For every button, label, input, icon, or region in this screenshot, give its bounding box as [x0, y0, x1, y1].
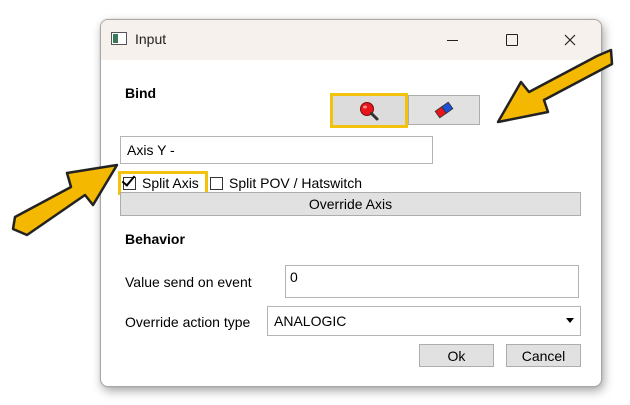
- search-button[interactable]: [330, 93, 408, 128]
- bind-input[interactable]: Axis Y -: [120, 136, 433, 164]
- split-pov-label: Split POV / Hatswitch: [229, 175, 363, 191]
- minimize-icon: [446, 39, 458, 41]
- split-pov-check-icon[interactable]: [210, 176, 223, 190]
- window-title: Input: [135, 31, 167, 47]
- arrow-to-split-axis-icon: [11, 163, 119, 237]
- override-axis-button[interactable]: Override Axis: [120, 192, 581, 216]
- clear-bind-button[interactable]: [408, 95, 480, 125]
- bind-section-label: Bind: [125, 85, 157, 101]
- override-type-select[interactable]: ANALOGIC: [267, 306, 581, 336]
- behavior-section-label: Behavior: [125, 231, 185, 247]
- value-send-label: Value send on event: [125, 274, 252, 290]
- minimize-button[interactable]: [429, 24, 475, 56]
- split-axis-label: Split Axis: [142, 175, 199, 191]
- split-pov-checkbox[interactable]: Split POV / Hatswitch: [208, 174, 362, 192]
- arrow-to-search-icon: [496, 48, 614, 124]
- cancel-button[interactable]: Cancel: [506, 344, 581, 367]
- ok-button[interactable]: Ok: [419, 344, 494, 367]
- app-icon: [111, 32, 127, 45]
- value-send-input[interactable]: 0: [285, 265, 579, 298]
- override-type-value: ANALOGIC: [274, 313, 347, 329]
- chevron-down-icon: [566, 318, 574, 323]
- search-icon: [360, 101, 379, 120]
- eraser-icon: [434, 101, 454, 119]
- override-type-label: Override action type: [125, 314, 251, 330]
